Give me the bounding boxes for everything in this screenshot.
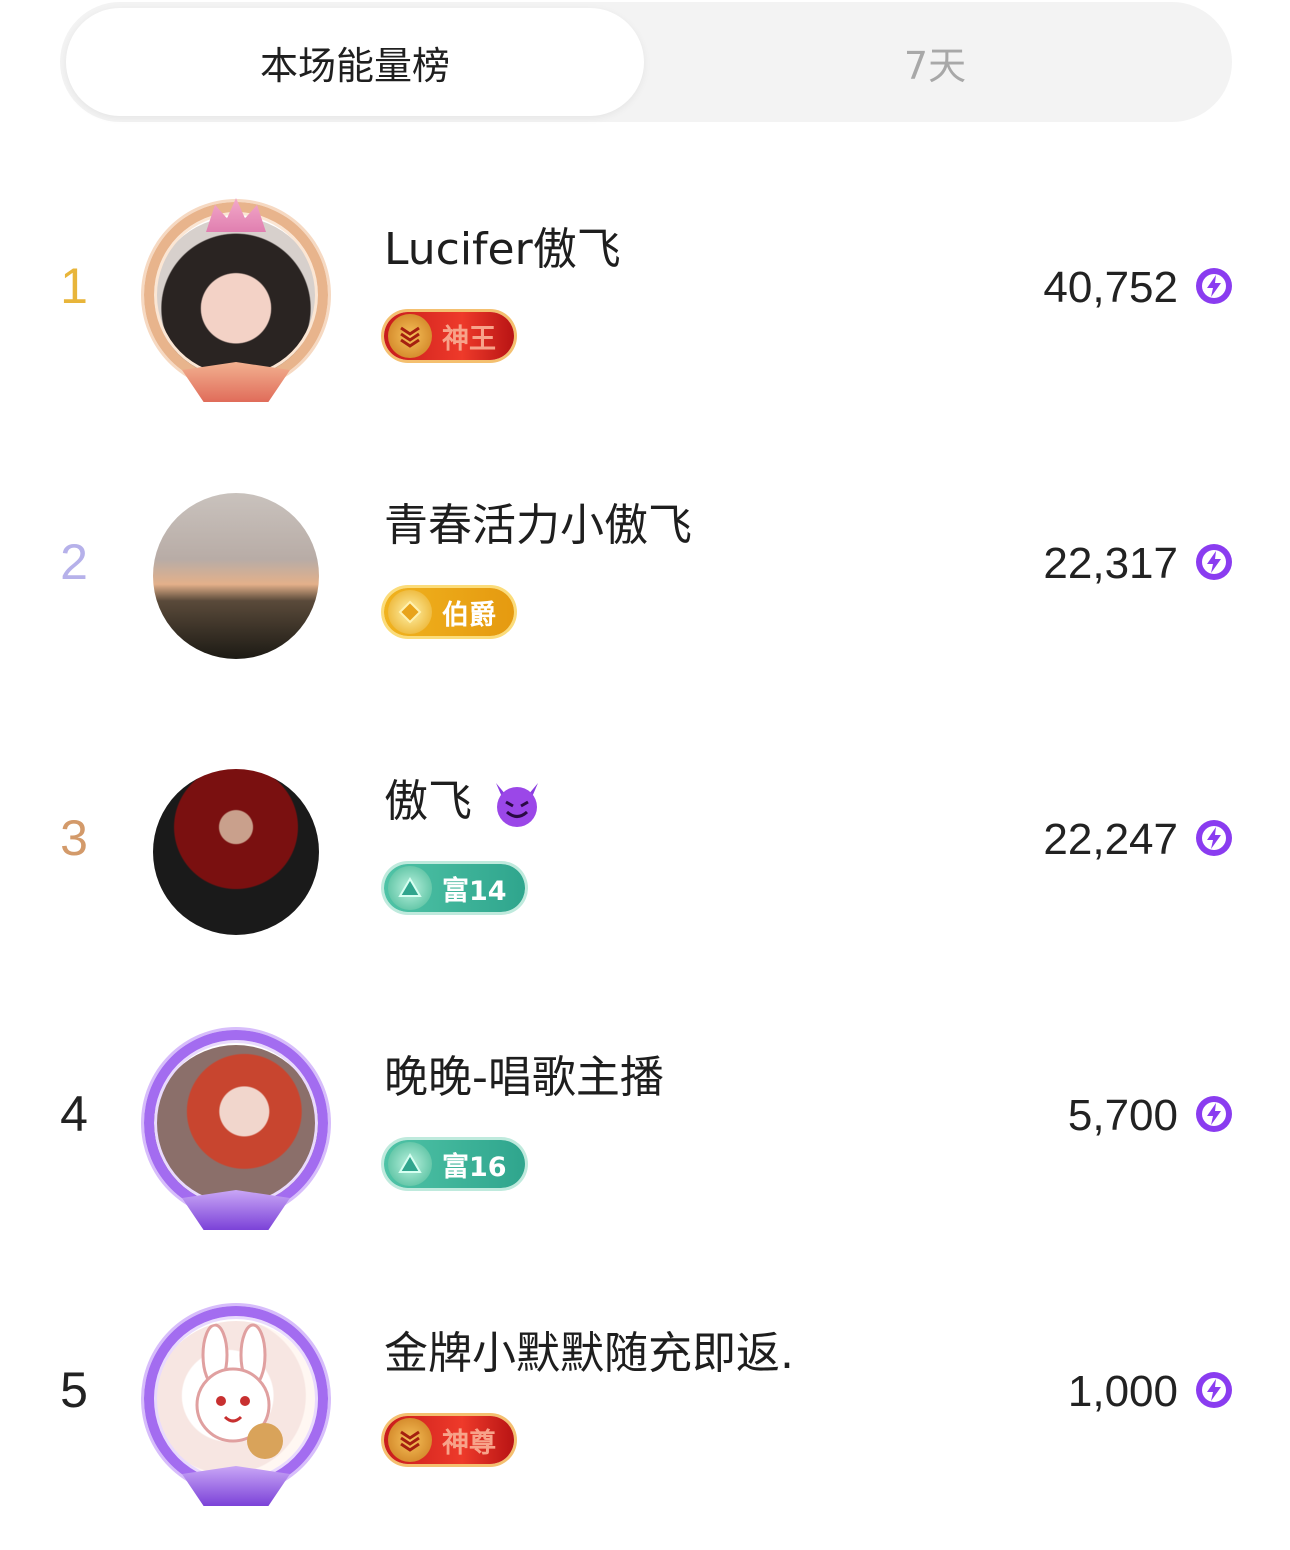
rabbit-icon xyxy=(195,1323,283,1459)
badge-label: 神王 xyxy=(442,323,496,355)
triangle-rank-icon xyxy=(388,866,432,910)
tab-7-days[interactable]: 7天 xyxy=(644,8,1226,116)
avatar-with-frame[interactable] xyxy=(140,474,332,678)
avatar-with-frame[interactable] xyxy=(140,750,332,954)
avatar-with-frame[interactable] xyxy=(140,198,332,402)
rank-number: 3 xyxy=(60,810,88,866)
rabbit-cartoon-avatar xyxy=(153,1321,319,1487)
smiling-devil-emoji xyxy=(496,783,538,827)
purple-lightning-icon xyxy=(1196,544,1232,580)
user-name: 青春活力小傲飞 xyxy=(384,500,692,551)
level-badge: 神尊 xyxy=(384,1416,514,1464)
chevron-rank-icon xyxy=(388,314,432,358)
ranking-row[interactable]: 3 傲飞 富14 22,247 xyxy=(0,714,1290,990)
rank-number: 5 xyxy=(60,1362,88,1418)
tab-current-session-energy[interactable]: 本场能量榜 xyxy=(66,8,644,116)
energy-value: 22,317 xyxy=(1043,539,1178,588)
energy-value: 1,000 xyxy=(1067,1367,1178,1416)
badge-label: 富14 xyxy=(442,875,507,907)
red-hair-woman-avatar xyxy=(153,1045,319,1211)
rank-number: 2 xyxy=(60,534,88,590)
level-badge: 富16 xyxy=(384,1140,525,1188)
energy-ranking-page: 本场能量榜 7天 1 Lucifer傲飞 神王 40,752 2 青春活力小傲飞… xyxy=(0,0,1290,1550)
frame-gem-icon xyxy=(182,1466,290,1506)
user-name: Lucifer傲飞 xyxy=(384,224,621,275)
ranking-tab-bar: 本场能量榜 7天 xyxy=(60,2,1232,122)
woman-portrait-avatar xyxy=(153,217,319,383)
purple-lightning-icon xyxy=(1196,1372,1232,1408)
level-badge: 富14 xyxy=(384,864,525,912)
rank-number: 4 xyxy=(60,1086,88,1142)
badge-label: 神尊 xyxy=(442,1427,496,1459)
triangle-rank-icon xyxy=(388,1142,432,1186)
user-name: 晚晚-唱歌主播 xyxy=(384,1052,664,1103)
ranking-row[interactable]: 1 Lucifer傲飞 神王 40,752 xyxy=(0,162,1290,438)
badge-label: 富16 xyxy=(442,1151,507,1183)
purple-lightning-icon xyxy=(1196,268,1232,304)
purple-lightning-icon xyxy=(1196,1096,1232,1132)
energy-value: 5,700 xyxy=(1067,1091,1178,1140)
ranking-row[interactable]: 2 青春活力小傲飞 伯爵 22,317 xyxy=(0,438,1290,714)
lucifer-poster-avatar xyxy=(153,769,319,935)
ranking-row[interactable]: 4 晚晚-唱歌主播 富16 5,700 xyxy=(0,990,1290,1266)
user-name: 金牌小默默随充即返. xyxy=(384,1328,794,1379)
energy-value: 40,752 xyxy=(1043,263,1178,312)
user-name-text: 傲飞 xyxy=(384,776,472,827)
avatar-with-frame[interactable] xyxy=(140,1026,332,1230)
rank-number: 1 xyxy=(60,258,88,314)
level-badge: 神王 xyxy=(384,312,514,360)
sunset-landscape-avatar xyxy=(153,493,319,659)
level-badge: 伯爵 xyxy=(384,588,514,636)
frame-gem-icon xyxy=(182,362,290,402)
energy-value: 22,247 xyxy=(1043,815,1178,864)
purple-lightning-icon xyxy=(1196,820,1232,856)
badge-label: 伯爵 xyxy=(442,599,496,631)
chevron-rank-icon xyxy=(388,1418,432,1462)
avatar-with-frame[interactable] xyxy=(140,1302,332,1506)
user-name: 傲飞 xyxy=(384,774,544,830)
diamond-rank-icon xyxy=(388,590,432,634)
ranking-row[interactable]: 5 金牌小默默随充即返. 神尊 1,000 xyxy=(0,1266,1290,1542)
frame-gem-icon xyxy=(182,1190,290,1230)
crown-icon xyxy=(206,198,266,232)
